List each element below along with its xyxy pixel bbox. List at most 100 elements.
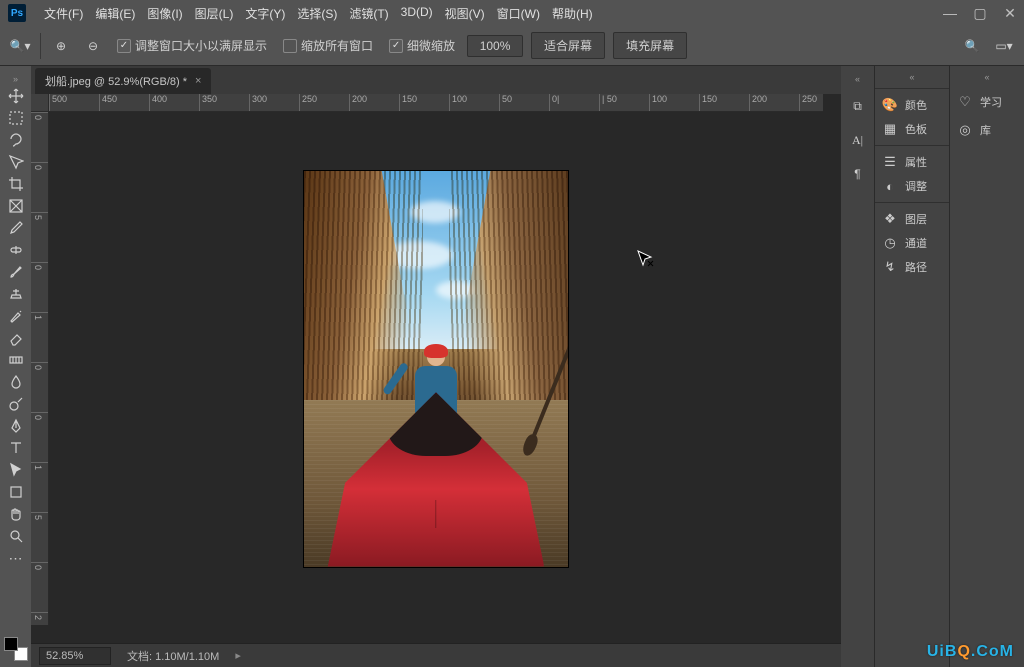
gradient-tool[interactable] — [3, 350, 29, 370]
collapsed-panel-dock-3: « ♡学习◎库 — [949, 66, 1024, 667]
color-swatches[interactable] — [4, 637, 28, 661]
zoom-in-icon[interactable]: ⊕ — [49, 34, 73, 58]
menu-item[interactable]: 编辑(E) — [89, 1, 141, 26]
panel-label: 属性 — [905, 154, 927, 170]
crop-tool[interactable] — [3, 174, 29, 194]
panel-label: 调整 — [905, 178, 927, 194]
document-tab[interactable]: 划船.jpeg @ 52.9%(RGB/8) * × — [35, 68, 211, 94]
panel-icon: ☰ — [881, 154, 899, 170]
fill-screen-button[interactable]: 填充屏幕 — [613, 32, 687, 59]
collapsed-panel-dock-1: « ⧉ A| ¶ — [841, 66, 874, 667]
hand-tool[interactable] — [3, 504, 29, 524]
minimize-button[interactable]: — — [944, 7, 956, 19]
brush-tool[interactable] — [3, 262, 29, 282]
status-dropdown-icon[interactable]: ▸ — [235, 649, 241, 662]
pen-tool[interactable] — [3, 416, 29, 436]
vertical-ruler[interactable]: 0050100150200250300350400450500550600650… — [31, 112, 49, 625]
foreground-color-swatch[interactable] — [4, 637, 18, 651]
panel-button[interactable]: ❖图层 — [875, 207, 949, 231]
zoom-out-icon[interactable]: ⊖ — [81, 34, 105, 58]
healing-brush-tool[interactable] — [3, 240, 29, 260]
panel-icon: 🎨 — [881, 97, 899, 113]
panel-label: 图层 — [905, 211, 927, 227]
scrubby-zoom-checkbox[interactable]: 细微缩放 — [385, 37, 459, 54]
eyedropper-tool[interactable] — [3, 218, 29, 238]
menu-item[interactable]: 选择(S) — [291, 1, 343, 26]
menu-item[interactable]: 滤镜(T) — [343, 1, 394, 26]
tool-preset-dropdown[interactable]: 🔍▾ — [8, 34, 32, 58]
panel-group: ❖图层 ◷ 通道 ↯路径 — [875, 202, 949, 283]
panel-group: 🎨颜色 ▦ 色板 — [875, 88, 949, 145]
panel-button[interactable]: ☰ 属性 — [875, 150, 949, 174]
close-button[interactable]: ✕ — [1004, 7, 1016, 19]
zoom-tool[interactable] — [3, 526, 29, 546]
panel-label: 色板 — [905, 121, 927, 137]
status-doc-info[interactable]: 文档: 1.10M/1.10M — [127, 648, 219, 664]
zoom-value-input[interactable]: 100% — [467, 35, 523, 57]
menu-item[interactable]: 图层(L) — [189, 1, 240, 26]
status-bar: 52.85% 文档: 1.10M/1.10M ▸ — [31, 643, 841, 667]
document-tabs: 划船.jpeg @ 52.9%(RGB/8) * × — [31, 66, 841, 94]
menu-bar: Ps 文件(F)编辑(E)图像(I)图层(L)文字(Y)选择(S)滤镜(T)3D… — [0, 0, 1024, 26]
fit-screen-button[interactable]: 适合屏幕 — [531, 32, 605, 59]
canvas-container: 500450400350300250200150100 50 0|| 50100… — [31, 94, 841, 643]
marquee-tool[interactable] — [3, 108, 29, 128]
panel-icon: ▦ — [881, 121, 899, 137]
type-tool[interactable] — [3, 438, 29, 458]
dock-collapse-icon[interactable]: « — [855, 74, 860, 84]
history-brush-tool[interactable] — [3, 306, 29, 326]
character-panel-icon[interactable]: A| — [845, 128, 871, 152]
menu-item[interactable]: 文字(Y) — [239, 1, 291, 26]
edit-toolbar-icon[interactable]: ⋯ — [3, 548, 29, 568]
lasso-tool[interactable] — [3, 130, 29, 150]
panel-icon: ♡ — [956, 94, 974, 110]
horizontal-ruler[interactable]: 500450400350300250200150100 50 0|| 50100… — [49, 94, 823, 112]
panel-button[interactable]: ◷ 通道 — [875, 231, 949, 255]
menu-item[interactable]: 视图(V) — [439, 1, 491, 26]
document-area: 划船.jpeg @ 52.9%(RGB/8) * × 5004504003503… — [31, 66, 841, 667]
path-select-tool[interactable] — [3, 460, 29, 480]
dock-collapse-icon[interactable]: « — [875, 72, 949, 88]
dodge-tool[interactable] — [3, 394, 29, 414]
panel-button[interactable]: ▦ 色板 — [875, 117, 949, 141]
toolbar-expand-icon[interactable]: » — [2, 74, 30, 84]
menu-item[interactable]: 帮助(H) — [546, 1, 599, 26]
menu-item[interactable]: 文件(F) — [38, 1, 89, 26]
panel-label: 通道 — [905, 235, 927, 251]
clone-stamp-tool[interactable] — [3, 284, 29, 304]
status-zoom-input[interactable]: 52.85% — [39, 647, 111, 665]
canvas-image[interactable] — [304, 171, 568, 567]
panel-button[interactable]: ♡学习 — [950, 88, 1024, 116]
panel-button[interactable]: ↯路径 — [875, 255, 949, 279]
panel-icon: ◷ — [881, 235, 899, 251]
tools-panel: » ⋯ — [0, 66, 31, 667]
resize-window-checkbox[interactable]: 调整窗口大小以满屏显示 — [113, 37, 271, 54]
quick-select-tool[interactable] — [3, 152, 29, 172]
blur-tool[interactable] — [3, 372, 29, 392]
workspace: » ⋯ 划船.jpeg @ 52.9%(RGB/8) * — [0, 66, 1024, 667]
frame-tool[interactable] — [3, 196, 29, 216]
menu-item[interactable]: 3D(D) — [395, 1, 439, 26]
history-panel-icon[interactable]: ⧉ — [845, 94, 871, 118]
maximize-button[interactable]: ▢ — [974, 7, 986, 19]
move-tool[interactable] — [3, 86, 29, 106]
zoom-all-windows-checkbox[interactable]: 缩放所有窗口 — [279, 37, 377, 54]
ruler-origin[interactable] — [31, 94, 49, 112]
panel-button[interactable]: ◐调整 — [875, 174, 949, 198]
dock-collapse-icon[interactable]: « — [950, 72, 1024, 88]
eraser-tool[interactable] — [3, 328, 29, 348]
panel-button[interactable]: 🎨颜色 — [875, 93, 949, 117]
menu-item[interactable]: 图像(I) — [141, 1, 188, 26]
menu-item[interactable]: 窗口(W) — [491, 1, 546, 26]
panel-icon: ◎ — [956, 122, 974, 138]
options-bar: 🔍▾ ⊕ ⊖ 调整窗口大小以满屏显示 缩放所有窗口 细微缩放 100% 适合屏幕… — [0, 26, 1024, 66]
resize-window-label: 调整窗口大小以满屏显示 — [135, 37, 267, 54]
paragraph-panel-icon[interactable]: ¶ — [845, 162, 871, 186]
search-icon[interactable]: 🔍 — [960, 34, 984, 58]
shape-tool[interactable] — [3, 482, 29, 502]
close-tab-icon[interactable]: × — [195, 75, 201, 87]
panel-button[interactable]: ◎库 — [950, 116, 1024, 144]
workspace-switcher-icon[interactable]: ▭▾ — [992, 34, 1016, 58]
canvas-viewport[interactable] — [49, 112, 823, 625]
checkbox-icon — [117, 39, 131, 53]
